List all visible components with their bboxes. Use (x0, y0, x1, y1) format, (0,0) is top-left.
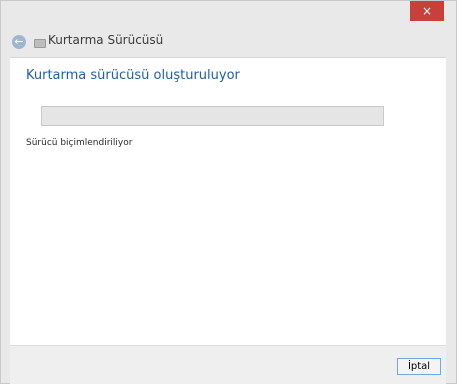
footer-bar (10, 345, 446, 384)
page-title: Kurtarma sürücüsü oluşturuluyor (26, 68, 240, 83)
status-text: Sürücü biçimlendiriliyor (26, 138, 133, 148)
back-arrow-icon: ← (14, 35, 24, 48)
close-button[interactable]: × (410, 1, 444, 21)
content-panel (10, 57, 446, 345)
progress-bar (41, 106, 384, 126)
back-button[interactable]: ← (12, 35, 26, 49)
usb-drive-icon (34, 39, 46, 48)
window-title: Kurtarma Sürücüsü (48, 33, 164, 47)
cancel-button[interactable]: İptal (397, 358, 441, 375)
close-icon: × (421, 4, 433, 18)
title-bar: × ← Kurtarma Sürücüsü (1, 1, 456, 49)
